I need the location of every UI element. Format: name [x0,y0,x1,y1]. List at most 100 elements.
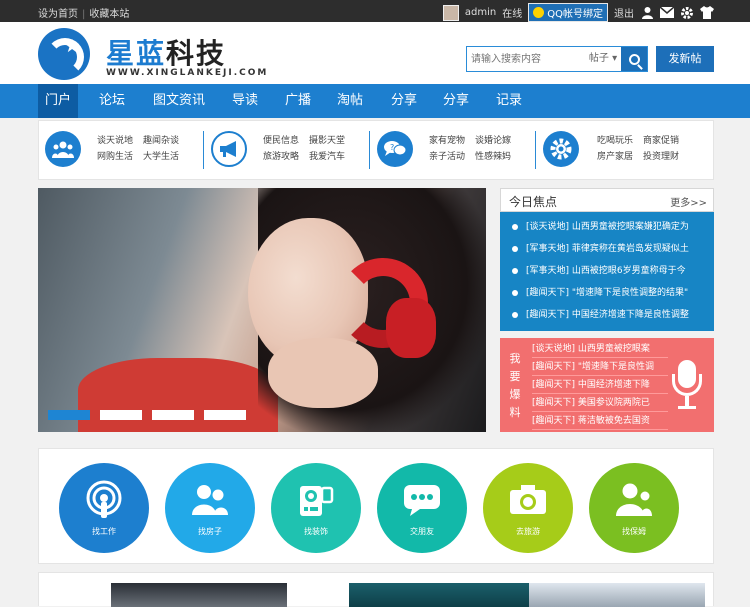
list-item[interactable]: [谈天说地] 山西男童被挖眼案嫌犯确定为 [510,216,714,238]
nav-item-photo-news[interactable]: 图文资讯 [146,84,212,118]
slide-dot-2[interactable] [100,410,142,420]
site-logo[interactable]: 星蓝科技 [106,32,226,72]
nav-item-share-1[interactable]: 分享 [384,84,424,118]
category-link[interactable]: 摄影天堂 [309,133,355,149]
slide-indicators [48,410,246,420]
camera-icon [508,480,548,520]
logo-text-part2: 科技 [166,37,227,70]
qq-bind-button[interactable]: QQ帐号绑定 [528,3,608,22]
podcast-icon [84,480,124,520]
category-link[interactable]: 投资理财 [643,149,689,165]
today-focus-panel: 今日焦点 更多>> [谈天说地] 山西男童被挖眼案嫌犯确定为 [军事天地] 菲律… [500,188,714,331]
logo-text-part1: 星蓝 [106,37,167,70]
category-link[interactable]: 便民信息 [263,133,309,149]
set-home-link[interactable]: 设为首页 [38,9,78,20]
category-link[interactable]: 家有宠物 [429,133,475,149]
user-icon [614,480,654,520]
category-group-2: 便民信息 摄影天堂 旅游攻略 我爱汽车 [205,121,370,179]
new-post-button[interactable]: 发新帖 [656,46,714,72]
slide-dot-3[interactable] [152,410,194,420]
user-icon[interactable] [640,6,654,20]
search-category-label: 帖子 [588,53,609,64]
divider [203,131,204,169]
list-item[interactable]: [趣闻天下] 蒋洁敏被免去国资 [532,412,668,430]
nav-item-records[interactable]: 记录 [489,84,529,118]
service-find-decoration[interactable]: 找装饰 [271,463,361,553]
microphone-icon [672,360,702,410]
service-label: 交朋友 [410,526,434,536]
divider [535,131,536,169]
search-button[interactable] [621,47,647,71]
category-link[interactable]: 我爱汽车 [309,149,355,165]
list-item[interactable]: [军事天地] 山西被挖眼6岁男童称母于今 [510,260,714,282]
gear-icon[interactable] [680,6,694,20]
nav-item-broadcast[interactable]: 广播 [278,84,318,118]
nav-item-collection[interactable]: 淘帖 [330,84,370,118]
list-item[interactable]: [趣闻天下] 中国经济增速下降 [532,376,668,394]
logo-icon[interactable]: ★ [38,28,90,80]
nav-item-guide[interactable]: 导读 [225,84,265,118]
news-tips-panel: 我要爆料 [谈天说地] 山西男童被挖眼案 [趣闻天下] "增速降下是良性调 [趣… [500,338,714,432]
thumbnail-image[interactable] [529,583,705,607]
category-link[interactable]: 房产家居 [597,149,643,165]
category-group-1: 谈天说地 趣闻杂谈 网购生活 大学生活 [39,121,204,179]
focus-title: 今日焦点 [509,195,558,209]
category-link[interactable]: 商家促销 [643,133,689,149]
list-item[interactable]: [趣闻天下] 中国经济增速下降是良性调整 [510,304,714,326]
service-label: 去旅游 [516,526,540,536]
list-item[interactable]: [谈天说地] 山西男童被挖眼案 [532,340,668,358]
list-item[interactable]: [军事天地] 菲律宾称在黄岩岛发现疑似土 [510,238,714,260]
focus-more-link[interactable]: 更多>> [670,194,707,209]
chat-icon [402,480,442,520]
category-link[interactable]: 性感辣妈 [475,149,521,165]
thumbnail-image[interactable] [111,583,287,607]
svg-text:?: ? [390,143,394,152]
service-find-house[interactable]: 找房子 [165,463,255,553]
logout-link[interactable]: 退出 [614,5,634,20]
category-link[interactable]: 旅游攻略 [263,149,309,165]
chat-bubbles-icon: ? [377,131,413,167]
nav-item-share-2[interactable]: 分享 [436,84,476,118]
banner-image-part [268,338,378,408]
category-link[interactable]: 谈天说地 [97,133,143,149]
shirt-icon[interactable] [700,6,714,20]
slide-dot-1[interactable] [48,410,90,420]
tips-list: [谈天说地] 山西男童被挖眼案 [趣闻天下] "增速降下是良性调 [趣闻天下] … [532,340,668,430]
category-link[interactable]: 谈婚论嫁 [475,133,521,149]
service-travel[interactable]: 去旅游 [483,463,573,553]
search-box: 帖子 ▾ [466,46,648,72]
service-make-friends[interactable]: 交朋友 [377,463,467,553]
slide-dot-4[interactable] [204,410,246,420]
avatar[interactable] [442,4,459,21]
category-link[interactable]: 亲子活动 [429,149,475,165]
category-link[interactable]: 吃喝玩乐 [597,133,643,149]
logo-url: WWW.XINGLANKEJI.COM [106,68,269,78]
focus-header: 今日焦点 更多>> [500,188,714,212]
qq-bind-label: QQ帐号绑定 [547,9,603,20]
service-find-job[interactable]: 找工作 [59,463,149,553]
category-link[interactable]: 网购生活 [97,149,143,165]
qq-icon [533,7,545,18]
service-find-nanny[interactable]: 找保姆 [589,463,679,553]
mail-icon[interactable] [660,6,674,20]
headphone-image-part [386,298,436,358]
list-item[interactable]: [趣闻天下] 美国参议院两院已 [532,394,668,412]
user-area: admin 在线 QQ帐号绑定 退出 [442,3,714,22]
search-icon [628,53,640,65]
thumbnail-image[interactable] [349,583,529,607]
search-category-select[interactable]: 帖子 ▾ [585,47,621,71]
category-link[interactable]: 大学生活 [143,149,189,165]
category-link[interactable]: 趣闻杂谈 [143,133,189,149]
favorite-link[interactable]: 收藏本站 [89,9,129,20]
online-status: 在线 [502,9,523,20]
list-item[interactable]: [趣闻天下] "增速降下是良性调 [532,358,668,376]
banner-slideshow[interactable] [38,188,486,432]
list-item[interactable]: [趣闻天下] "增速降下是良性调整的结果" [510,282,714,304]
nav-item-portal[interactable]: 门户 [38,84,79,118]
search-input[interactable] [467,47,585,71]
nav-item-forum[interactable]: 论坛 [92,84,132,118]
username-link[interactable]: admin [465,7,496,18]
category-group-4: 吃喝玩乐 商家促销 房产家居 投资理财 [537,121,713,179]
banner-image-part [78,358,278,432]
service-label: 找保姆 [622,526,646,536]
